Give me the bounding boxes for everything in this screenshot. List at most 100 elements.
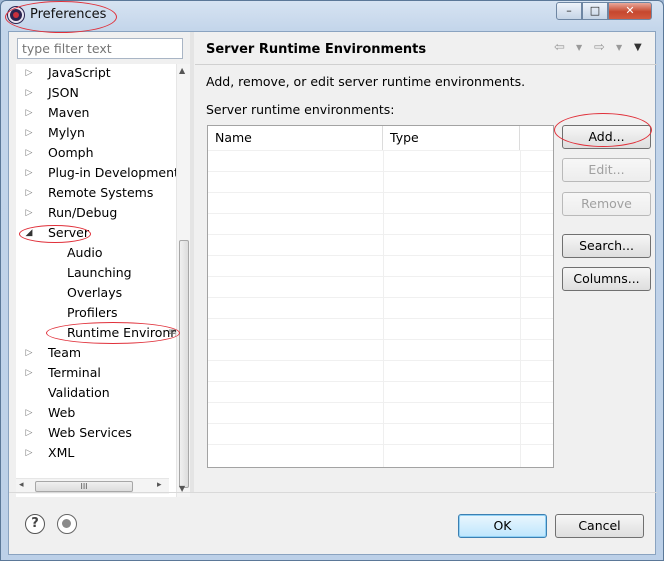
- table-row[interactable]: [208, 297, 553, 318]
- tree-item[interactable]: ▷ Maven: [16, 103, 176, 123]
- title-bar: Preferences – □ ✕: [1, 1, 663, 31]
- tree-item-label: Oomph: [48, 145, 94, 160]
- tree-item[interactable]: ▷ Mylyn: [16, 123, 176, 143]
- tree-item[interactable]: ▷ Web: [16, 403, 176, 423]
- window-title: Preferences: [30, 7, 107, 22]
- scroll-up-icon[interactable]: ▲: [179, 66, 185, 75]
- expanded-arrow-icon[interactable]: ◢: [24, 223, 34, 243]
- import-export-icon[interactable]: [57, 514, 77, 534]
- add-button[interactable]: Add...: [562, 125, 651, 149]
- preferences-tree: ▷ JavaScript ▷ JSON ▷ Maven ▷ Mylyn ▷ Oomph ▷ Plug-…: [16, 63, 190, 497]
- back-arrow-icon[interactable]: ⇦: [554, 40, 565, 55]
- tree-item-label: Profilers: [67, 305, 118, 320]
- tree-item-label: Remote Systems: [48, 185, 154, 200]
- tree-item[interactable]: Validation: [16, 383, 176, 403]
- tree-item-label: Server: [48, 225, 89, 240]
- runtime-environments-table[interactable]: Name Type: [207, 125, 554, 468]
- view-menu-icon[interactable]: ▼: [634, 42, 642, 53]
- close-button[interactable]: ✕: [608, 2, 652, 20]
- collapsed-arrow-icon[interactable]: ▷: [24, 103, 34, 123]
- edit-button[interactable]: Edit...: [562, 158, 651, 182]
- tree-item[interactable]: ▷ Team: [16, 343, 176, 363]
- ok-button[interactable]: OK: [458, 514, 547, 538]
- tree-item[interactable]: Launching: [16, 263, 176, 283]
- tree-item[interactable]: Audio: [16, 243, 176, 263]
- forward-arrow-icon[interactable]: ⇨: [594, 40, 605, 55]
- collapsed-arrow-icon[interactable]: ▷: [24, 83, 34, 103]
- tree-item[interactable]: ◢ Server: [16, 223, 176, 243]
- maximize-button[interactable]: □: [582, 2, 608, 20]
- filter-input[interactable]: [17, 38, 183, 59]
- tree-item-label: Team: [48, 345, 82, 360]
- dialog-body: ▷ JavaScript ▷ JSON ▷ Maven ▷ Mylyn ▷ Oomph ▷ Plug-…: [8, 31, 657, 555]
- tree-vertical-scrollbar[interactable]: ▲ ▼: [176, 64, 190, 497]
- page-title: Server Runtime Environments: [206, 42, 427, 57]
- table-row[interactable]: [208, 318, 553, 339]
- search-button[interactable]: Search...: [562, 234, 651, 258]
- tree-item[interactable]: Overlays: [16, 283, 176, 303]
- table-row[interactable]: [208, 402, 553, 423]
- tree-item-label: Validation: [48, 385, 110, 400]
- forward-dropdown-icon[interactable]: ▼: [616, 43, 622, 52]
- table-row[interactable]: [208, 381, 553, 402]
- collapsed-arrow-icon[interactable]: ▷: [24, 63, 34, 83]
- tree-item-label: Run/Debug: [48, 205, 118, 220]
- tree-item[interactable]: ▷ Web Services: [16, 423, 176, 443]
- collapsed-arrow-icon[interactable]: ▷: [24, 183, 34, 203]
- tree-item-label: Runtime Environm: [67, 325, 183, 340]
- column-divider: [383, 150, 384, 467]
- table-row[interactable]: [208, 444, 553, 465]
- tree-horizontal-thumb[interactable]: III: [35, 481, 133, 492]
- tree-item[interactable]: ▷ Oomph: [16, 143, 176, 163]
- table-row[interactable]: [208, 234, 553, 255]
- tree-item-label: JSON: [48, 85, 79, 100]
- collapsed-arrow-icon[interactable]: ▷: [24, 163, 34, 183]
- columns-button[interactable]: Columns...: [562, 267, 651, 291]
- collapsed-arrow-icon[interactable]: ▷: [24, 403, 34, 423]
- tree-item[interactable]: Runtime Environm ≡: [16, 323, 183, 343]
- cancel-button[interactable]: Cancel: [555, 514, 644, 538]
- scroll-right-icon[interactable]: ▸: [157, 480, 162, 490]
- table-row[interactable]: [208, 150, 553, 171]
- tree-item-label: Terminal: [48, 365, 101, 380]
- tree-item[interactable]: ▷ Run/Debug: [16, 203, 176, 223]
- tree-item[interactable]: Profilers: [16, 303, 176, 323]
- tree-item[interactable]: ▷ JavaScript: [16, 63, 176, 83]
- remove-button[interactable]: Remove: [562, 192, 651, 216]
- table-row[interactable]: [208, 360, 553, 381]
- help-icon[interactable]: ?: [25, 514, 45, 534]
- tree-vertical-thumb[interactable]: [179, 240, 189, 488]
- collapsed-arrow-icon[interactable]: ▷: [24, 143, 34, 163]
- tree-item[interactable]: ▷ Plug-in Development: [16, 163, 179, 183]
- minimize-button[interactable]: –: [556, 2, 582, 20]
- tree-item[interactable]: ▷ Remote Systems: [16, 183, 176, 203]
- table-row[interactable]: [208, 192, 553, 213]
- column-header-filler: [520, 126, 553, 150]
- table-row[interactable]: [208, 171, 553, 192]
- back-dropdown-icon[interactable]: ▼: [576, 43, 582, 52]
- table-row[interactable]: [208, 213, 553, 234]
- column-header-name[interactable]: Name: [208, 126, 383, 150]
- tree-item[interactable]: ▷ XML: [16, 443, 176, 463]
- table-row[interactable]: [208, 255, 553, 276]
- tree-item-label: Mylyn: [48, 125, 85, 140]
- collapsed-arrow-icon[interactable]: ▷: [24, 363, 34, 383]
- tree-item[interactable]: ▷ Terminal: [16, 363, 176, 383]
- table-row[interactable]: [208, 423, 553, 444]
- collapsed-arrow-icon[interactable]: ▷: [24, 443, 34, 463]
- scroll-left-icon[interactable]: ◂: [19, 480, 24, 490]
- table-row[interactable]: [208, 339, 553, 360]
- tree-item-label: Overlays: [67, 285, 123, 300]
- collapsed-arrow-icon[interactable]: ▷: [24, 423, 34, 443]
- tree-item-label: Launching: [67, 265, 132, 280]
- column-header-type[interactable]: Type: [383, 126, 520, 150]
- panel-splitter[interactable]: [190, 32, 194, 492]
- tree-item-label: JavaScript: [48, 65, 111, 80]
- collapsed-arrow-icon[interactable]: ▷: [24, 203, 34, 223]
- collapsed-arrow-icon[interactable]: ▷: [24, 123, 34, 143]
- table-row[interactable]: [208, 276, 553, 297]
- collapsed-arrow-icon[interactable]: ▷: [24, 343, 34, 363]
- tree-item-label: Plug-in Development: [48, 165, 179, 180]
- tree-item-label: Audio: [67, 245, 103, 260]
- tree-item[interactable]: ▷ JSON: [16, 83, 176, 103]
